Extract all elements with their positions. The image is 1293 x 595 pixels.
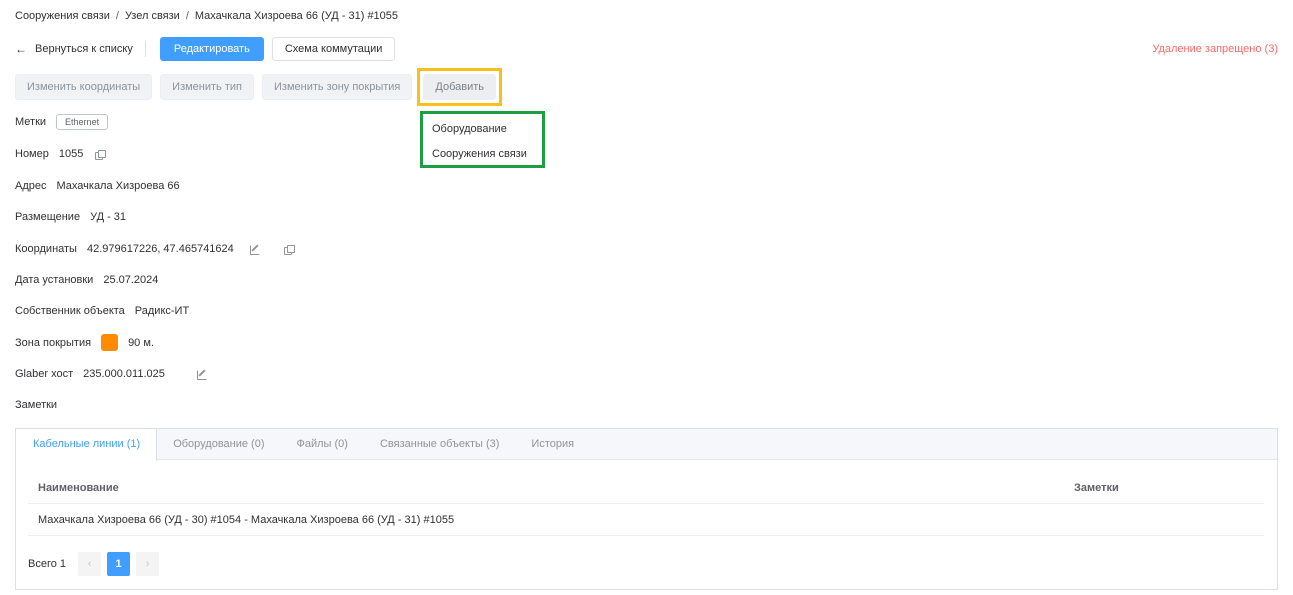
copy-icon[interactable] [95,149,107,160]
back-to-list-link[interactable]: ← Вернуться к списку [15,41,146,57]
edit-icon[interactable] [249,244,260,255]
tab-equipment[interactable]: Оборудование (0) [157,429,280,459]
field-placement: Размещение УД - 31 [15,211,126,223]
change-coordinates-button[interactable]: Изменить координаты [15,74,153,100]
field-label: Зона покрытия [15,336,92,349]
breadcrumb-item-structures[interactable]: Сооружения связи [15,10,110,22]
field-number: Номер 1055 [15,148,107,160]
change-type-button[interactable]: Изменить тип [160,74,254,100]
field-label: Glaber хост [15,368,74,380]
add-button-highlight: Добавить [417,68,503,106]
tab-files[interactable]: Файлы (0) [281,429,364,459]
chevron-left-icon[interactable]: ‹ [78,552,102,576]
delete-forbidden-note[interactable]: Удаление запрещено (3) [1152,43,1278,55]
field-coordinates: Координаты 42.979617226, 47.465741624 [15,243,295,255]
field-label: Координаты [15,243,77,255]
field-coverage-zone: Зона покрытия 90 м. [15,334,154,351]
back-to-list-label: Вернуться к списку [35,43,133,55]
field-label: Адрес [15,180,47,192]
edit-icon[interactable] [196,369,207,380]
add-button[interactable]: Добавить [423,74,497,100]
breadcrumb-separator: / [185,10,189,22]
field-owner: Собственник объекта Радикс-ИТ [15,305,189,317]
pagination: Всего 1 ‹ 1 › [28,552,160,576]
pagination-total: Всего 1 [28,558,67,570]
switching-scheme-button[interactable]: Схема коммутации [271,37,396,61]
field-value: 235.000.011.025 [83,368,165,380]
table-cell-name[interactable]: Махачкала Хизроева 66 (УД - 30) #1054 - … [28,514,1074,526]
field-value: 1055 [58,148,84,160]
cable-lines-table: Наименование Заметки Махачкала Хизроева … [28,472,1264,536]
edit-button[interactable]: Редактировать [159,37,264,61]
field-label: Размещение [15,211,81,223]
field-label: Собственник объекта [15,305,125,317]
field-address: Адрес Махачкала Хизроева 66 [15,180,180,192]
field-label: Метки [15,116,47,128]
column-header-notes[interactable]: Заметки [1074,482,1119,494]
dropdown-item-structures[interactable]: Сооружения связи [423,143,542,168]
breadcrumb-separator: / [115,10,119,22]
add-dropdown-menu: Оборудование Сооружения связи [420,111,545,168]
tab-cable-lines[interactable]: Кабельные линии (1) [16,429,158,461]
tab-related-objects[interactable]: Связанные объекты (3) [364,429,515,459]
field-value: УД - 31 [90,211,127,223]
tab-bar: Кабельные линии (1) Оборудование (0) Фай… [16,429,1277,461]
copy-icon[interactable] [283,244,295,255]
column-header-name[interactable]: Наименование [28,482,1074,494]
table-row[interactable]: Махачкала Хизроева 66 (УД - 30) #1054 - … [28,504,1264,536]
field-value: Радикс-ИТ [134,305,190,317]
toolbar: ← Вернуться к списку Редактировать Схема… [15,37,1278,61]
field-value: Махачкала Хизроева 66 [56,180,180,192]
change-coverage-zone-button[interactable]: Изменить зону покрытия [262,74,413,100]
breadcrumb-item-node[interactable]: Узел связи [125,10,180,22]
arrow-left-icon: ← [15,42,27,56]
tab-history[interactable]: История [515,429,590,459]
field-label: Заметки [15,399,58,411]
chevron-right-icon[interactable]: › [136,552,160,576]
dropdown-item-equipment[interactable]: Оборудование [423,118,542,143]
coverage-color-swatch [101,334,119,351]
field-value: 25.07.2024 [103,274,159,286]
details-panel: Кабельные линии (1) Оборудование (0) Фай… [15,428,1278,590]
field-notes: Заметки [15,399,57,411]
action-buttons: Изменить координаты Изменить тип Изменит… [15,68,503,106]
tag-ethernet: Ethernet [56,114,109,130]
page-number-current[interactable]: 1 [107,552,131,576]
field-tags: Метки Ethernet [15,114,109,130]
field-label: Дата установки [15,274,94,286]
pagination-controls: ‹ 1 › [78,552,160,576]
breadcrumb-item-current: Махачкала Хизроева 66 (УД - 31) #1055 [194,10,399,22]
field-label: Номер [15,148,49,160]
field-install-date: Дата установки 25.07.2024 [15,274,158,286]
field-glaber-host: Glaber хост 235.000.011.025 [15,368,207,380]
table-header: Наименование Заметки [28,472,1264,504]
breadcrumb: Сооружения связи / Узел связи / Махачкал… [15,10,398,22]
field-value: 42.979617226, 47.465741624 [86,243,234,255]
field-value: 90 м. [128,336,154,349]
